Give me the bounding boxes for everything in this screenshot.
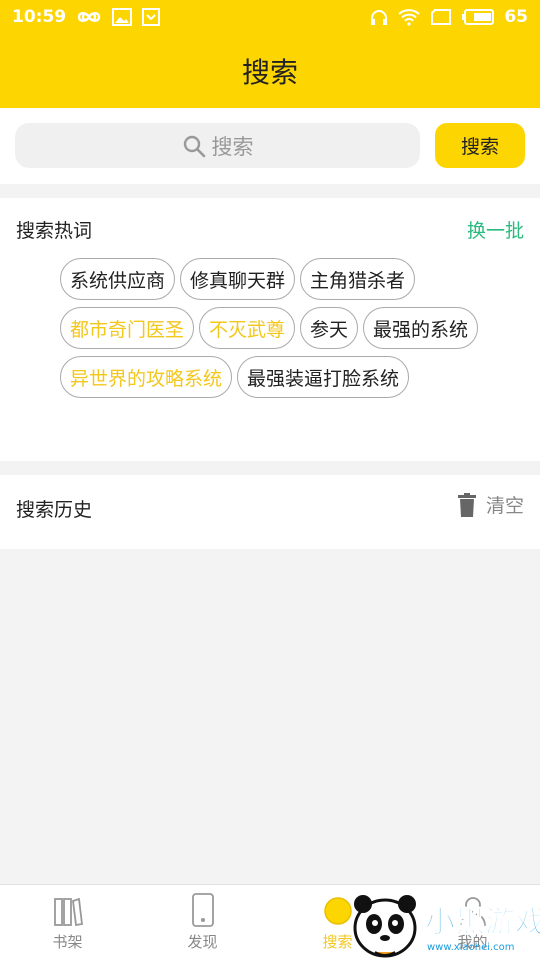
tab-discover[interactable]: 发现	[135, 885, 270, 960]
search-history-section: 搜索历史 清空	[0, 475, 540, 549]
hot-tag[interactable]: 不灭武尊	[199, 307, 296, 349]
hot-tag[interactable]: 最强装逼打脸系统	[237, 356, 410, 398]
battery-level: 65	[504, 7, 528, 27]
hot-tags: 系统供应商 修真聊天群 主角猎杀者 都市奇门医圣 不灭武尊 参天 最强的系统 异…	[60, 258, 480, 398]
hot-tag[interactable]: 参天	[300, 307, 359, 349]
hot-tag[interactable]: 主角猎杀者	[300, 258, 416, 300]
download-notification-icon	[142, 8, 161, 26]
search-history-label: 搜索历史	[16, 499, 93, 521]
headphones-icon	[370, 9, 388, 25]
status-time: 10:59	[12, 7, 67, 27]
refresh-batch-button[interactable]: 换一批	[467, 216, 524, 243]
hot-words-section: 搜索热词 换一批 系统供应商 修真聊天群 主角猎杀者 都市奇门医圣 不灭武尊 参…	[0, 198, 540, 461]
hot-tag[interactable]: 系统供应商	[60, 258, 176, 300]
search-input[interactable]: 搜索	[15, 123, 420, 168]
title-bar: 搜索	[0, 34, 540, 108]
page-title: 搜索	[241, 56, 298, 89]
bookshelf-icon	[53, 895, 83, 927]
clear-label: 清空	[485, 495, 524, 517]
search-placeholder: 搜索	[211, 134, 254, 159]
battery-icon	[462, 9, 495, 25]
hot-tag[interactable]: 异世界的攻略系统	[60, 356, 233, 398]
status-bar: 10:59 65	[0, 0, 540, 34]
phone-icon	[191, 893, 215, 927]
sim-icon	[430, 9, 452, 25]
wifi-icon	[398, 8, 420, 26]
search-icon	[182, 134, 206, 158]
hot-tag[interactable]: 都市奇门医圣	[60, 307, 195, 349]
infinity-icon	[76, 10, 102, 24]
hot-words-header: 搜索热词	[16, 220, 93, 242]
tab-label: 发现	[187, 933, 218, 951]
search-area: 搜索 搜索	[0, 108, 540, 184]
hot-tag[interactable]: 修真聊天群	[180, 258, 296, 300]
trash-icon	[457, 492, 476, 517]
image-notification-icon	[112, 8, 133, 26]
tab-label: 书架	[52, 933, 83, 951]
search-button[interactable]: 搜索	[435, 123, 525, 168]
svg-text:小黑游戏: 小黑游戏	[425, 905, 540, 940]
clear-history-button[interactable]: 清空	[457, 491, 524, 518]
tab-bookshelf[interactable]: 书架	[0, 885, 135, 960]
hot-tag[interactable]: 最强的系统	[363, 307, 479, 349]
svg-text:www.xiaohei.com: www.xiaohei.com	[427, 942, 515, 953]
watermark-logo: 小黑游戏 www.xiaohei.com	[345, 890, 540, 960]
